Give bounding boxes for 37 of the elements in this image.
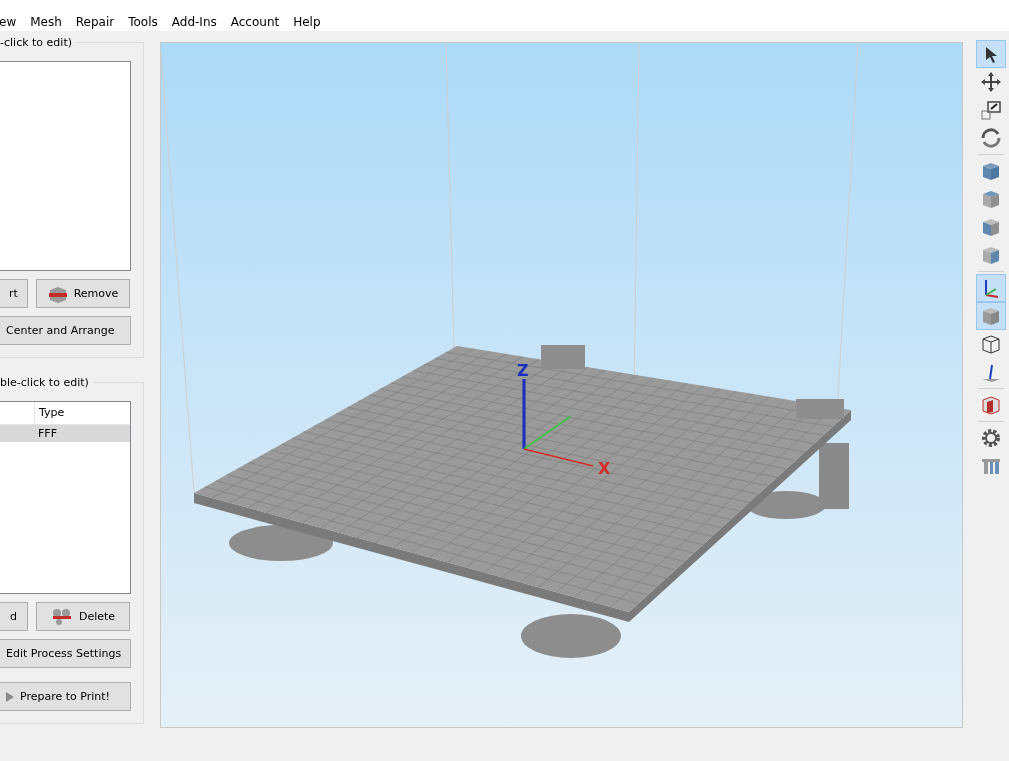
play-icon (6, 691, 14, 702)
cube-icon (980, 188, 1002, 211)
column-header[interactable]: Type (34, 402, 65, 425)
edit-settings-button[interactable]: Edit Process Settings (0, 639, 131, 669)
delete-gears-icon (50, 606, 73, 627)
toolbar-button[interactable] (976, 40, 1006, 69)
section-cube-icon (980, 394, 1002, 417)
group-title: -click to edit) (0, 36, 76, 50)
rotate-icon (979, 126, 1003, 151)
scale-icon (980, 99, 1002, 122)
menu-item[interactable]: Repair (75, 15, 123, 30)
delete-button[interactable]: Delete (36, 602, 130, 632)
menu-item[interactable]: Account (230, 15, 288, 30)
axis-label: Z (517, 361, 529, 381)
menu-item[interactable]: Help (293, 15, 329, 30)
cube-icon (980, 216, 1002, 239)
cube-icon (980, 160, 1002, 183)
menu-item[interactable]: Mesh (30, 15, 70, 30)
import-button[interactable]: rt (0, 279, 28, 309)
remove-cube-icon (47, 284, 68, 303)
menu-item[interactable]: Add-Ins (171, 15, 225, 30)
add-button[interactable]: d (0, 602, 28, 632)
settings-icon (980, 427, 1002, 450)
group-title: ble-click to edit) (0, 376, 93, 390)
prepare-print-button[interactable]: Prepare to Print! (0, 682, 131, 712)
move-arrows-icon (980, 71, 1002, 94)
menu-item[interactable]: ew (0, 15, 25, 30)
remove-button[interactable]: Remove (36, 279, 130, 309)
process-row[interactable]: FFF (0, 425, 130, 443)
center-arrange-button[interactable]: Center and Arrange (0, 316, 131, 346)
toolbar-button[interactable] (976, 274, 1006, 303)
cube-icon (980, 305, 1002, 328)
wireframe-cube-icon (980, 333, 1002, 356)
axis-label: X (598, 459, 611, 479)
menu-item[interactable]: Tools (128, 15, 166, 30)
cube-icon (980, 244, 1002, 267)
table-cell-text: FFF (38, 426, 57, 443)
